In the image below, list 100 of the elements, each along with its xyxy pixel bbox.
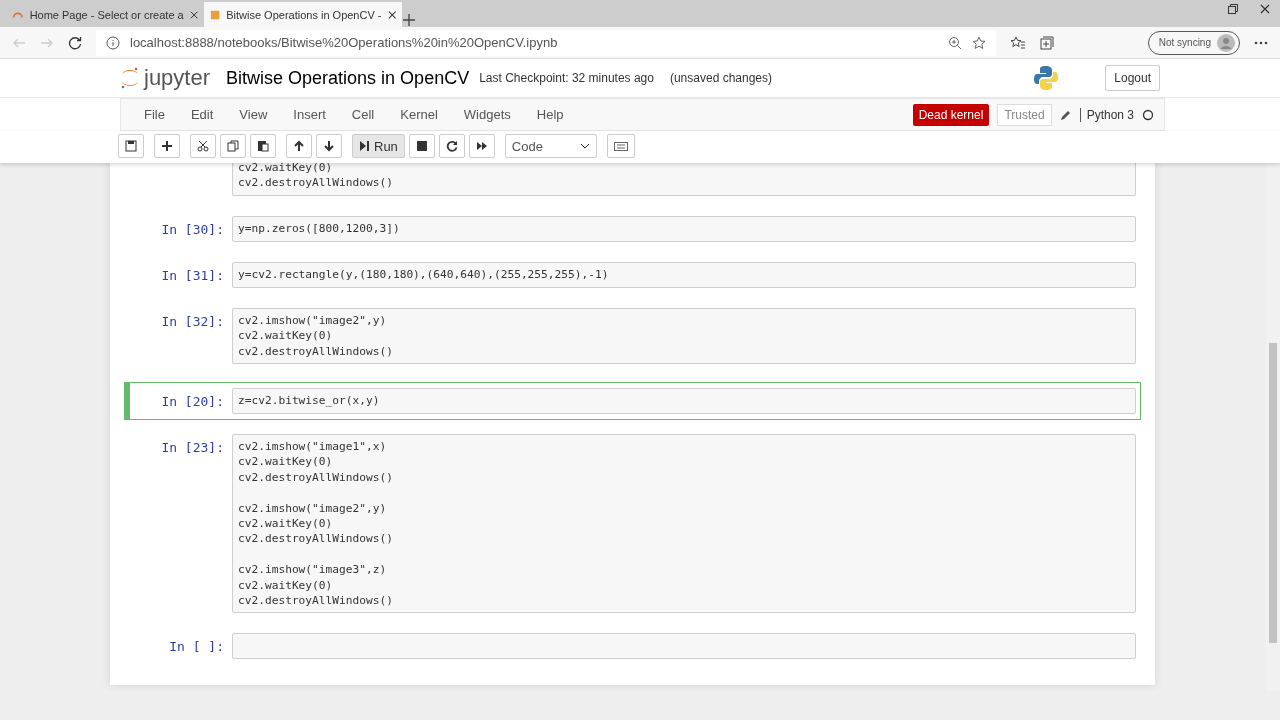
menu-item[interactable]: Widgets [450,107,524,122]
browser-tab[interactable]: Home Page - Select or create a [6,2,204,27]
copy-icon [227,140,239,152]
kernel-idle-icon [1142,108,1154,121]
plus-icon [161,140,173,152]
fastforward-button[interactable] [468,134,495,158]
scrollbar-thumb[interactable] [1269,343,1277,643]
menu-item[interactable]: View [226,107,281,122]
code-line: cv2.imshow("image3",z) [238,562,388,578]
cell-prompt: In [ ]: [168,638,225,657]
code-line: y=cv2.rectangle(y,(180,180),(640,640),(255,255,255),-1) [238,266,610,283]
address-bar[interactable]: localhost:8888/notebooks/Bitwise%20Operations%20in%20OpenCV.ipynb [96,29,996,56]
code-line: cv2.destroyAllWindows() [238,593,394,609]
info-icon [106,35,120,50]
stop-button[interactable] [408,134,435,158]
code-input[interactable]: cv2.imshow("image2",y) cv2.waitKey(0) cv2.destroyAllWindows() [232,307,1136,365]
caret-icon [579,143,590,149]
scissors-icon [197,140,209,152]
up-button[interactable] [286,134,312,158]
code-input[interactable]: z=cv2.bitwise_or(x,y) [232,388,1136,415]
code-line: cv2.destroyAllWindows() [238,175,394,191]
checkpoint-text: Last Checkpoint: 32 minutes ago [479,71,654,85]
run-icon [359,140,370,152]
run-button[interactable]: Run [352,134,405,158]
jupyter-icon [120,66,140,90]
cell-prompt: In [32]: [160,312,225,331]
cut-button[interactable] [190,134,216,158]
save-icon [125,140,137,152]
restart-button[interactable] [438,134,465,158]
arrow-down-icon [323,140,335,152]
cell-prompt: In [23]: [160,439,225,458]
code-line: y=np.zeros([800,1200,3]) [238,220,401,237]
restart-icon [445,140,458,152]
close-icon[interactable] [1260,4,1270,14]
stop-icon [415,140,428,152]
code-line: z=cv2.bitwise_or(x,y) [238,393,381,409]
spinner-icon [12,10,24,19]
keyboard-icon [613,140,628,152]
code-input[interactable]: y=cv2.rectangle(y,(180,180),(640,640),(255,255,255),-1) [232,261,1136,288]
refresh-icon[interactable] [68,35,82,50]
down-button[interactable] [316,134,342,158]
code-line: cv2.imshow("image2",y) [238,500,388,517]
avatar-icon [1217,33,1235,52]
code-line: cv2.destroyAllWindows() [238,469,394,486]
code-line: cv2.waitKey(0) [238,328,334,344]
close-icon[interactable] [189,9,198,20]
code-input[interactable]: y=np.zeros([800,1200,3]) [232,215,1136,242]
autosave-status: (unsaved changes) [669,71,773,85]
code-line: cv2.waitKey(0) [238,577,334,594]
add-button[interactable] [154,134,180,158]
save-button[interactable] [118,134,144,158]
menu-item[interactable]: Kernel [387,107,451,122]
code-cell[interactable]: In [31]: y=cv2.rectangle(y,(180,180),(640,640),(255,255,255),-1) [110,255,1155,294]
logout-button[interactable]: Logout [1105,65,1160,91]
notebook-title[interactable]: Bitwise Operations in OpenCV [226,67,470,89]
code-input[interactable]: cv2.waitKey(0) cv2.destroyAllWindows() [232,163,1136,196]
code-line: cv2.waitKey(0) [238,454,334,470]
code-input[interactable]: cv2.imshow("image1",x) cv2.waitKey(0) cv2.destroyAllWindows() cv2.imshow("image2",y) cv2.waitKey(0) cv2.destroyAllWindows() cv2.imshow("image3",z) cv2.waitKey(0) cv2.destroyAllWindows() [232,434,1136,614]
code-line: cv2.imshow("image1",x) [238,439,388,455]
jupyter-logo[interactable]: jupyter [120,65,211,91]
code-line: cv2.destroyAllWindows() [238,343,394,360]
code-line: cv2.waitKey(0) [238,516,334,532]
plus-icon[interactable] [402,13,416,27]
menu-item[interactable]: Help [523,107,577,122]
code-cell[interactable]: In [32]: cv2.imshow("image2",y) cv2.waitKey(0) cv2.destroyAllWindows() [110,301,1155,371]
collections-icon[interactable] [1040,35,1054,50]
cell-prompt: In [20]: [160,393,225,412]
code-cell[interactable]: cv2.waitKey(0) cv2.destroyAllWindows() [110,163,1155,202]
arrow-up-icon [293,140,305,152]
menu-item[interactable]: Insert [280,107,339,122]
code-line: cv2.imshow("image2",y) [238,312,388,329]
favorites-icon[interactable] [1010,35,1026,50]
url-text: localhost:8888/notebooks/Bitwise%20Operations%20in%20OpenCV.ipynb [130,35,559,50]
zoom-icon[interactable] [948,35,962,50]
restore-icon[interactable] [1228,4,1238,14]
kernel-name: Python 3 [1079,107,1134,122]
code-cell[interactable]: In [20]: z=cv2.bitwise_or(x,y) [124,382,1141,421]
menu-item[interactable]: File [131,107,178,122]
code-line: cv2.destroyAllWindows() [238,531,394,547]
keyboard-button[interactable] [606,134,635,158]
kernel-status-badge: Dead kernel [912,103,990,126]
menu-item[interactable]: Cell [338,107,388,122]
fast-forward-icon [475,140,488,152]
code-cell[interactable]: In [23]: cv2.imshow("image1",x) cv2.waitKey(0) cv2.destroyAllWindows() cv2.imshow("image2",y) cv2.waitKey(0) cv2.destroyAllWindows() cv2.imshow("image3",z) cv2.waitKey(0) cv2.destroyAllWindows() [110,428,1155,620]
menu-item[interactable]: Edit [177,107,227,122]
trusted-button[interactable]: Trusted [997,103,1052,126]
python-logo-icon [1033,65,1060,91]
paste-icon [257,140,269,152]
more-icon[interactable] [1254,40,1268,45]
book-icon [210,8,221,21]
pencil-icon[interactable] [1059,108,1072,121]
star-icon[interactable] [972,35,986,50]
browser-tab[interactable]: Bitwise Operations in OpenCV - [204,2,402,27]
code-cell[interactable]: In [30]: y=np.zeros([800,1200,3]) [110,209,1155,248]
cell-type-dropdown[interactable]: Code [504,134,597,158]
paste-button[interactable] [250,134,276,158]
code-line: cv2.waitKey(0) [238,163,334,176]
code-input[interactable] [232,633,1136,660]
close-icon[interactable] [387,9,396,20]
code-cell[interactable]: In [ ]: [110,627,1155,666]
